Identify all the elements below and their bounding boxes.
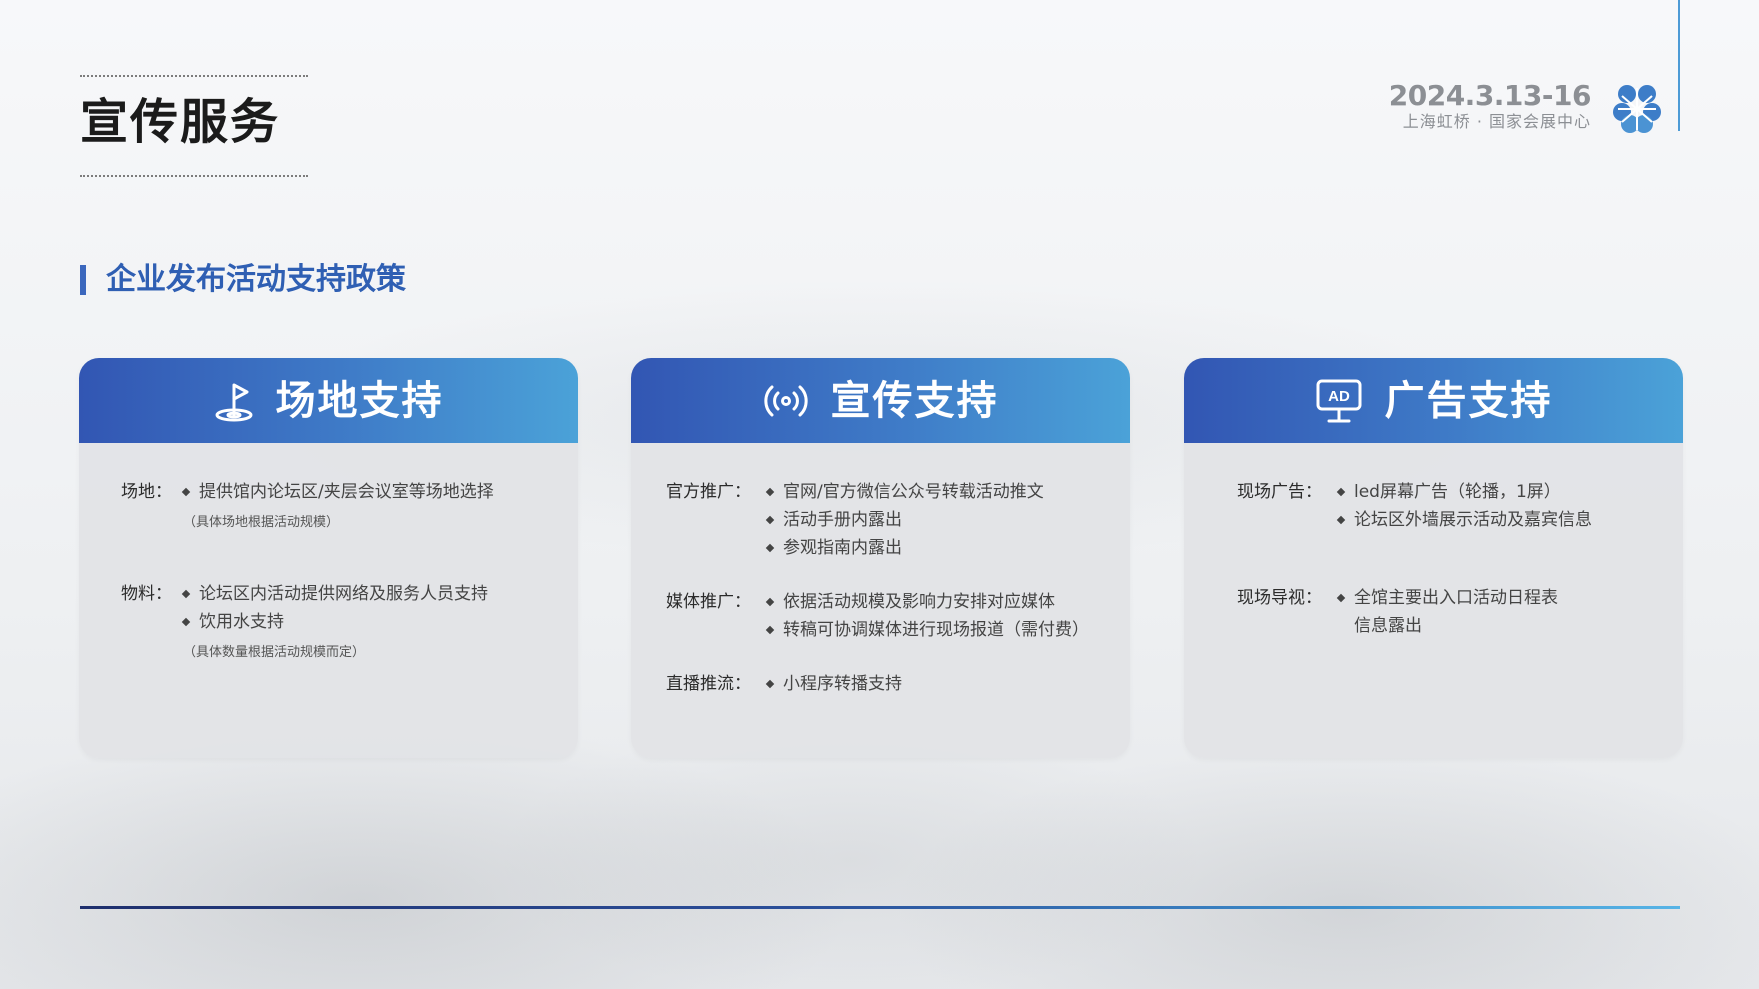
card-header: 场地支持 xyxy=(79,358,578,443)
row-label: 现场广告： xyxy=(1237,482,1322,502)
list-item: 饮用水支持 xyxy=(183,608,488,636)
event-date: 2024.3.13-16 xyxy=(1388,79,1592,112)
venue-pin-icon xyxy=(215,383,252,421)
row-label: 媒体推广： xyxy=(666,592,751,612)
card-title: 宣传支持 xyxy=(830,377,999,424)
card-header: 宣传支持 xyxy=(631,358,1130,443)
list-item: 官网/官方微信公众号转载活动推文 xyxy=(767,478,1044,506)
list-item: 参观指南内露出 xyxy=(767,534,1044,562)
row-items: 全馆主要出入口活动日程表 信息露出 xyxy=(1338,584,1558,640)
list-item: led屏幕广告（轮播，1屏） xyxy=(1338,478,1592,506)
section-marker xyxy=(80,265,86,295)
ad-badge-text: AD xyxy=(1328,388,1350,405)
row-note: （具体场地根据活动规模） xyxy=(183,515,340,530)
ad-support-card: AD 广告支持 现场广告： led屏幕广告（轮播，1屏） 论坛区外墙展示活动及嘉… xyxy=(1184,358,1683,758)
page-title: 宣传服务 xyxy=(80,94,281,150)
list-item: 依据活动规模及影响力安排对应媒体 xyxy=(767,588,1089,616)
row-label: 现场导视： xyxy=(1237,588,1322,608)
row-items: 小程序转播支持 xyxy=(767,670,902,698)
list-item: 提供馆内论坛区/夹层会议室等场地选择 xyxy=(183,478,494,506)
list-item: 转稿可协调媒体进行现场报道（需付费） xyxy=(767,616,1089,644)
row-items: 论坛区内活动提供网络及服务人员支持 饮用水支持 （具体数量根据活动规模而定） xyxy=(183,580,488,664)
header-vertical-line xyxy=(1678,0,1680,131)
card-header: AD 广告支持 xyxy=(1184,358,1683,443)
list-item: 小程序转播支持 xyxy=(767,670,902,698)
footer-divider xyxy=(80,906,1680,909)
event-venue: 上海虹桥 · 国家会展中心 xyxy=(1402,112,1591,131)
row-label: 物料： xyxy=(121,584,172,604)
title-bottom-divider xyxy=(80,175,308,177)
event-info: 2024.3.13-16 上海虹桥 · 国家会展中心 xyxy=(1388,79,1592,132)
row-items: 官网/官方微信公众号转载活动推文 活动手册内露出 参观指南内露出 xyxy=(767,478,1044,562)
row-label: 直播推流： xyxy=(666,674,751,694)
list-item: 论坛区内活动提供网络及服务人员支持 xyxy=(183,580,488,608)
section-title: 企业发布活动支持政策 xyxy=(106,262,406,297)
card-title: 广告支持 xyxy=(1384,377,1553,424)
row-items: 依据活动规模及影响力安排对应媒体 转稿可协调媒体进行现场报道（需付费） xyxy=(767,588,1089,644)
card-title: 场地支持 xyxy=(275,377,444,424)
venue-support-card: 场地支持 场地： 提供馆内论坛区/夹层会议室等场地选择 （具体场地根据活动规模）… xyxy=(79,358,578,758)
list-item: 信息露出 xyxy=(1354,616,1422,636)
promotion-support-card: 宣传支持 官方推广： 官网/官方微信公众号转载活动推文 活动手册内露出 参观指南… xyxy=(631,358,1130,758)
row-items: 提供馆内论坛区/夹层会议室等场地选择 （具体场地根据活动规模） xyxy=(183,478,494,534)
row-label: 场地： xyxy=(121,482,172,502)
row-label: 官方推广： xyxy=(666,482,751,502)
broadcast-icon xyxy=(763,385,808,416)
list-item: 全馆主要出入口活动日程表 xyxy=(1338,584,1558,612)
row-note: （具体数量根据活动规模而定） xyxy=(183,645,366,660)
ad-screen-icon: AD xyxy=(1316,379,1361,422)
clover-logo-icon xyxy=(1613,85,1661,133)
title-top-divider xyxy=(80,75,308,77)
list-item: 活动手册内露出 xyxy=(767,506,1044,534)
list-item: 论坛区外墙展示活动及嘉宾信息 xyxy=(1338,506,1592,534)
row-items: led屏幕广告（轮播，1屏） 论坛区外墙展示活动及嘉宾信息 xyxy=(1338,478,1592,534)
